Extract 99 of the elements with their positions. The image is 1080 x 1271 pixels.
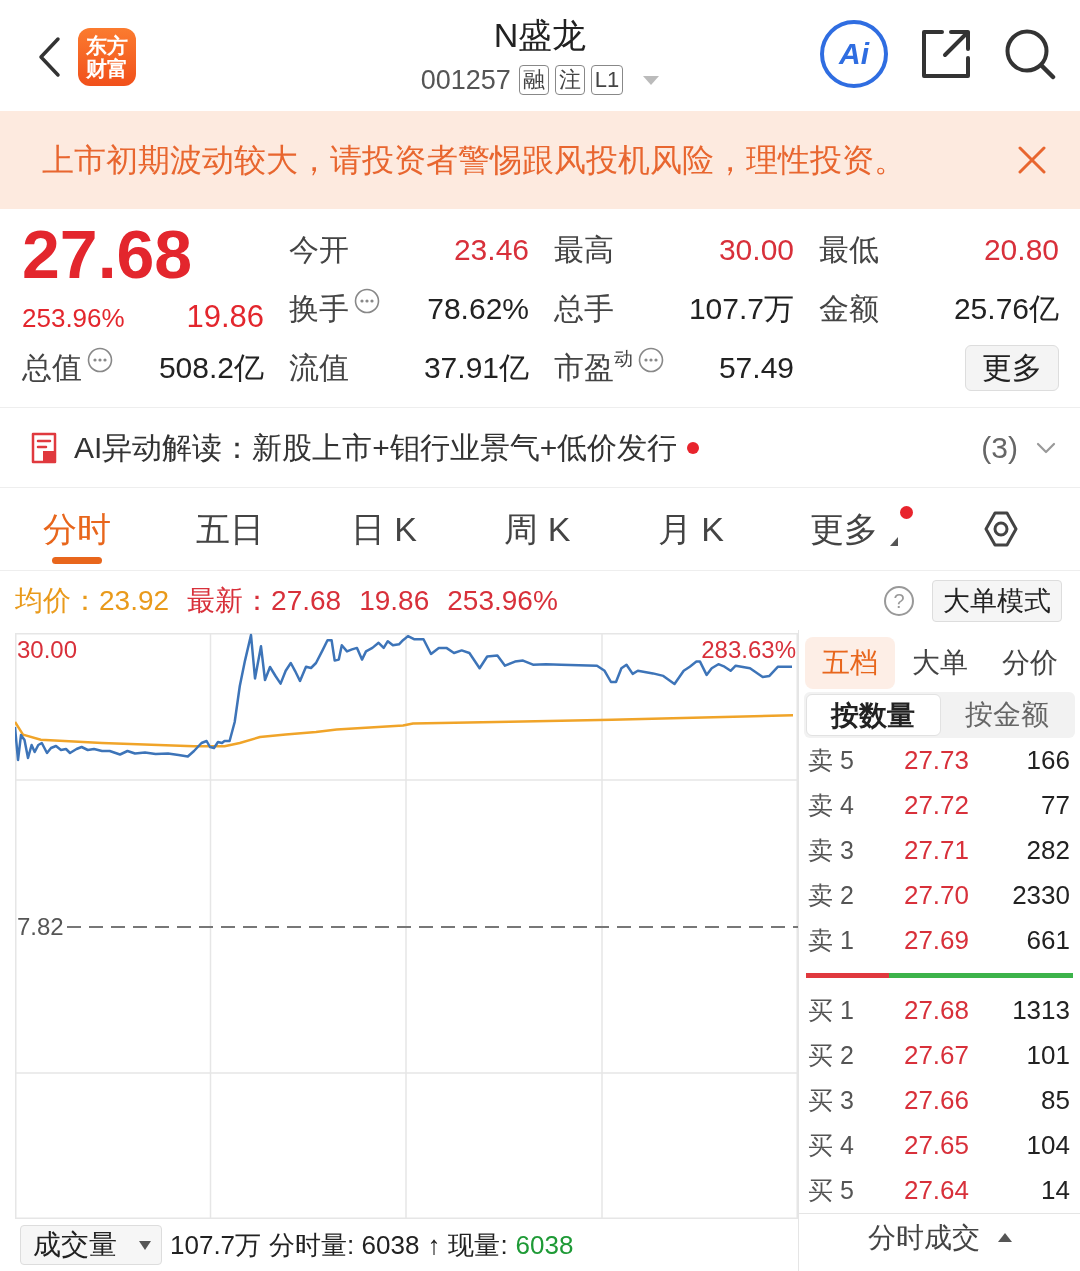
chart-tab[interactable]: 月 K — [614, 488, 768, 570]
caret-down-icon — [139, 1240, 151, 1250]
order-book-tab[interactable]: 分价 — [985, 636, 1075, 689]
stock-name: N盛龙 — [493, 15, 587, 56]
warning-text: 上市初期波动较大，请投资者警惕跟风投机风险，理性投资。 — [42, 141, 906, 180]
more-info-icon[interactable] — [638, 347, 664, 373]
stat-value: 20.80 — [983, 232, 1059, 268]
price-info-text: 最新：27.68 — [187, 583, 342, 618]
bid-volume: 104 — [1025, 1129, 1070, 1162]
bid-price: 27.66 — [902, 1084, 969, 1117]
price-info-text: 253.96% — [447, 583, 558, 618]
more-info-icon[interactable] — [354, 288, 380, 314]
bid-volume: 14 — [1040, 1174, 1070, 1207]
close-icon[interactable] — [1018, 146, 1046, 174]
stock-code: 001257 — [420, 63, 511, 97]
report-icon — [30, 431, 58, 464]
stat-value: 508.2亿 — [158, 350, 264, 386]
mode-option[interactable]: 按金额 — [940, 694, 1073, 736]
ask-level-label: 卖 2 — [808, 879, 855, 911]
ask-price: 27.73 — [902, 744, 969, 777]
app-logo: 东方财富 — [78, 28, 136, 86]
chart-tab[interactable]: 周 K — [460, 488, 614, 570]
ai-assistant-button[interactable]: Ai — [820, 19, 888, 88]
stat-label: 最低 — [819, 232, 879, 268]
insight-count: (3) — [981, 430, 1018, 466]
volume-info-text: 现量: — [448, 1228, 508, 1262]
bid-price: 27.67 — [902, 1039, 969, 1072]
chevron-down-icon[interactable] — [1036, 441, 1056, 454]
mode-option[interactable]: 按数量 — [806, 694, 941, 736]
caret-up-icon[interactable] — [997, 1233, 1012, 1242]
volume-info-text: 6038 — [515, 1228, 574, 1262]
ask-level-label: 卖 5 — [808, 744, 855, 776]
ask-level-label: 卖 1 — [808, 924, 855, 956]
order-book-tab[interactable]: 大单 — [895, 636, 985, 689]
change-percent: 253.96% — [22, 302, 125, 335]
ask-price: 27.72 — [902, 789, 969, 822]
price-info-text: 均价：23.92 — [15, 583, 170, 618]
stat-value: 78.62% — [427, 291, 529, 327]
corner-caret-icon — [890, 537, 898, 546]
more-button[interactable]: 更多 — [965, 344, 1059, 391]
bid-price: 27.68 — [902, 994, 969, 1027]
axis-top-price: 30.00 — [17, 638, 78, 662]
bid-level-label: 买 4 — [808, 1129, 855, 1161]
market-tag: 注 — [554, 65, 585, 95]
ask-price: 27.69 — [902, 924, 969, 957]
stat-label: 今开 — [289, 232, 349, 268]
bid-level-label: 买 5 — [808, 1174, 855, 1206]
price-info-text: 19.86 — [359, 583, 430, 618]
stat-value: 57.49 — [718, 350, 794, 386]
ask-volume: 282 — [1025, 834, 1070, 867]
last-price: 27.68 — [22, 222, 194, 286]
ask-price: 27.70 — [902, 879, 969, 912]
more-info-icon[interactable] — [87, 347, 113, 373]
bid-volume: 1313 — [1011, 994, 1070, 1027]
stat-value: 37.91亿 — [423, 350, 529, 386]
big-order-mode-button[interactable]: 大单模式 — [932, 579, 1062, 622]
prev-close-label: 7.82 — [17, 915, 64, 939]
stat-value: 25.76亿 — [953, 291, 1059, 327]
dropdown-caret-icon[interactable] — [643, 75, 660, 85]
bid-volume: 85 — [1040, 1084, 1070, 1117]
stat-label: 最高 — [554, 232, 614, 268]
bid-level-label: 买 2 — [808, 1039, 855, 1071]
change-amount: 19.86 — [186, 298, 264, 336]
chart-tab[interactable]: 更多 — [767, 488, 921, 570]
ask-level-label: 卖 4 — [808, 789, 855, 821]
search-icon[interactable] — [1004, 27, 1056, 80]
ask-volume: 166 — [1025, 744, 1070, 777]
back-icon[interactable] — [37, 36, 61, 78]
bid-level-label: 买 3 — [808, 1084, 855, 1116]
share-icon[interactable] — [920, 27, 972, 80]
axis-top-percent: 283.63% — [701, 638, 796, 662]
market-tag: 融 — [518, 65, 549, 95]
market-tag: L1 — [590, 65, 624, 95]
stat-value: 107.7万 — [688, 291, 794, 327]
indicator-dropdown[interactable]: 成交量 — [20, 1225, 162, 1265]
stat-label: 总手 — [554, 291, 614, 327]
bid-level-label: 买 1 — [808, 994, 855, 1026]
stat-value: 23.46 — [453, 232, 529, 268]
bid-price: 27.64 — [902, 1174, 969, 1207]
ask-volume: 661 — [1025, 924, 1070, 957]
chart-tab[interactable]: 五日 — [153, 488, 307, 570]
bid-volume: 101 — [1025, 1039, 1070, 1072]
ai-insight-text[interactable]: AI异动解读：新股上市+钼行业景气+低价发行 — [74, 425, 678, 470]
ask-volume: 77 — [1040, 789, 1070, 822]
chart-tab[interactable]: 日 K — [307, 488, 461, 570]
stat-label: 市盈$^{动}$ — [554, 346, 633, 386]
stat-label: 金额 — [819, 291, 879, 327]
volume-info-text: ↑ — [427, 1228, 441, 1262]
volume-info-text: 分时量: 6038 — [269, 1228, 420, 1262]
volume-info-text: 107.7万 — [170, 1228, 262, 1262]
ask-volume: 2330 — [1011, 879, 1070, 912]
ask-level-label: 卖 3 — [808, 834, 855, 866]
stat-label: 换手 — [289, 291, 349, 327]
stat-label: 流值 — [289, 350, 349, 386]
trades-header[interactable]: 分时成交 — [867, 1216, 980, 1259]
stat-label: 总值 — [22, 350, 82, 386]
stat-value: 30.00 — [718, 232, 794, 268]
ask-price: 27.71 — [902, 834, 969, 867]
bid-price: 27.65 — [902, 1129, 969, 1162]
